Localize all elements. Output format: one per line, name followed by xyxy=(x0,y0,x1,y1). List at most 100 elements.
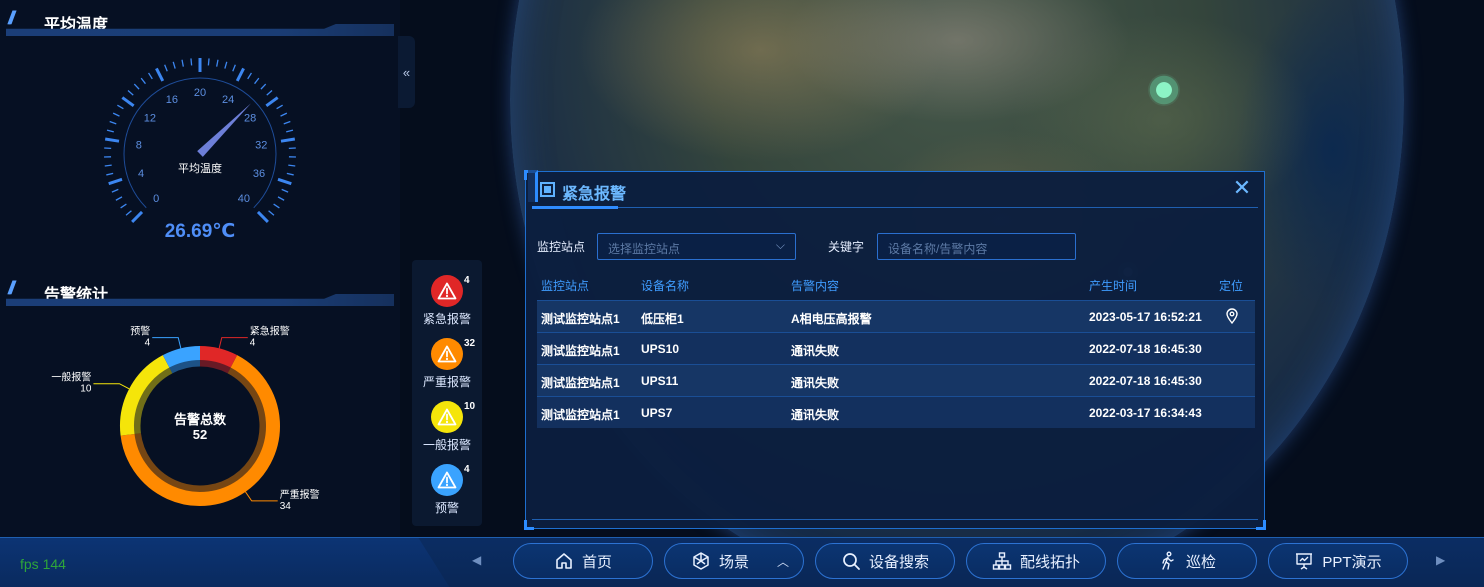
gauge-minor-tick xyxy=(224,61,228,69)
gauge-minor-tick xyxy=(268,210,275,216)
station-select-placeholder: 选择监控站点 xyxy=(608,242,681,256)
gauge-minor-tick xyxy=(254,77,260,85)
scene-icon xyxy=(693,552,709,570)
gauge-tick-label: 32 xyxy=(255,139,267,151)
gauge-minor-tick xyxy=(112,112,120,117)
gauge-major-tick xyxy=(155,67,165,82)
table-cell-device: UPS11 xyxy=(641,374,679,388)
gauge-minor-tick xyxy=(115,196,123,201)
alarm-count: 32 xyxy=(464,338,476,349)
gauge-minor-tick xyxy=(216,59,219,67)
alarm-label: 预警 xyxy=(434,501,459,515)
table-cell-time: 2022-07-18 16:45:30 xyxy=(1089,374,1202,388)
table-cell-station: 测试监控站点1 xyxy=(541,344,620,358)
inspection-button[interactable]: 巡检 xyxy=(1117,543,1257,579)
alarm-table: 监控站点 设备名称 告警内容 产生时间 定位 测试监控站点1 低压柜1 A相电压高报… xyxy=(537,272,1255,428)
station-filter-label: 监控站点 xyxy=(537,240,586,254)
gauge-major-tick xyxy=(121,96,135,108)
presentation-icon xyxy=(1296,553,1313,570)
location-pin-icon[interactable] xyxy=(1225,308,1239,324)
donut-center-label: 告警总数 xyxy=(174,412,227,427)
corner-decoration xyxy=(1256,520,1266,530)
gauge-tick-label: 8 xyxy=(136,139,142,151)
gauge-tick-label: 0 xyxy=(153,193,159,205)
gauge-minor-tick xyxy=(276,104,283,110)
keyword-input[interactable]: 设备名称/告警内容 xyxy=(877,233,1076,260)
gauge-minor-tick xyxy=(207,58,210,66)
gauge-minor-tick xyxy=(120,203,127,209)
gauge-minor-tick xyxy=(260,83,267,90)
chevron-down-icon: ⌵ xyxy=(775,238,785,252)
warning-icon xyxy=(431,401,463,433)
keyword-filter-label: 关键字 xyxy=(828,240,865,254)
gauge-minor-tick xyxy=(164,64,168,72)
temperature-gauge: 0 4 8 12 16 20 24 28 32 36 40 平均温度 xyxy=(104,58,296,223)
gauge-tick-label: 24 xyxy=(222,94,234,106)
gauge-minor-tick xyxy=(106,172,114,176)
device-search-button[interactable]: 设备搜索 xyxy=(815,543,955,579)
table-cell-time: 2022-03-17 16:34:43 xyxy=(1089,406,1202,420)
footer-divider xyxy=(532,519,1258,520)
gauge-tick-label: 16 xyxy=(166,94,178,106)
inspection-button-label: 巡检 xyxy=(1185,553,1216,571)
gauge-major-tick xyxy=(131,210,144,223)
close-icon[interactable]: ✕ xyxy=(1230,177,1254,201)
gauge-needle xyxy=(197,103,252,157)
search-icon xyxy=(843,553,860,570)
gauge-tick-label: 20 xyxy=(194,87,206,99)
alarm-donut-chart: 告警总数52紧急报警4严重报警34一般报警10预警4 xyxy=(51,325,319,512)
nav-prev-arrow[interactable]: ◀ xyxy=(472,553,481,567)
gauge-minor-tick xyxy=(232,64,236,72)
gauge-minor-tick xyxy=(111,188,119,193)
gauge-minor-tick xyxy=(283,120,291,125)
home-button[interactable]: 首页 xyxy=(513,543,653,579)
column-header[interactable]: 告警内容 xyxy=(791,277,839,294)
gauge-minor-tick xyxy=(247,72,252,80)
gauge-major-tick xyxy=(104,137,120,143)
gauge-minor-tick xyxy=(172,61,176,69)
gauge-tick-label: 4 xyxy=(138,168,144,180)
nav-next-arrow[interactable]: ▶ xyxy=(1436,553,1445,567)
table-cell-station: 测试监控站点1 xyxy=(541,376,620,390)
donut-segment-label: 预警 xyxy=(130,325,150,338)
table-row[interactable]: 测试监控站点1 UPS7 通讯失败 2022-03-17 16:34:43 xyxy=(537,396,1255,428)
table-cell-content: 通讯失败 xyxy=(791,344,840,358)
gauge-major-tick xyxy=(108,177,123,186)
table-cell-content: 通讯失败 xyxy=(791,376,840,390)
alarm-stats-section-header: /// 告警统计 xyxy=(6,276,394,306)
gauge-minor-tick xyxy=(281,188,289,193)
donut-leader-line xyxy=(245,491,278,502)
ppt-demo-button[interactable]: PPT演示 xyxy=(1268,543,1408,579)
collapse-panel-button[interactable]: « xyxy=(398,36,415,108)
alarm-count: 10 xyxy=(464,401,476,412)
donut-segment-value: 4 xyxy=(145,338,151,349)
column-header[interactable]: 设备名称 xyxy=(641,277,689,294)
station-select[interactable]: 选择监控站点 ⌵ xyxy=(597,233,796,260)
gauge-minor-tick xyxy=(140,77,146,85)
column-header[interactable]: 产生时间 xyxy=(1089,277,1137,294)
square-icon xyxy=(540,182,555,197)
location-marker[interactable] xyxy=(1148,74,1180,106)
gauge-center-label: 平均温度 xyxy=(178,161,222,175)
column-header[interactable]: 定位 xyxy=(1219,277,1243,294)
gauge-minor-tick xyxy=(190,58,193,66)
column-header[interactable]: 监控站点 xyxy=(541,277,589,294)
gauge-tick-label: 36 xyxy=(253,168,265,180)
table-row[interactable]: 测试监控站点1 UPS10 通讯失败 2022-07-18 16:45:30 xyxy=(537,332,1255,364)
table-cell-device: UPS7 xyxy=(641,406,673,420)
scene-button[interactable]: 场景 ︿ xyxy=(664,543,804,579)
donut-total: 52 xyxy=(193,427,207,442)
alarm-count: 4 xyxy=(464,275,470,286)
gauge-major-tick xyxy=(280,137,296,143)
gauge-minor-tick xyxy=(181,59,184,67)
gauge-tick-label: 28 xyxy=(244,113,256,125)
gauge-tick-label: 12 xyxy=(144,113,156,125)
table-row[interactable]: 测试监控站点1 低压柜1 A相电压高报警 2023-05-17 16:52:21 xyxy=(537,300,1255,332)
topology-button[interactable]: 配线拓扑 xyxy=(966,543,1106,579)
donut-segment-label: 一般报警 xyxy=(51,371,91,384)
gauge-minor-tick xyxy=(117,104,124,110)
gauge-minor-tick xyxy=(288,164,296,167)
table-row[interactable]: 测试监控站点1 UPS11 通讯失败 2022-07-18 16:45:30 xyxy=(537,364,1255,396)
slash-icon: /// xyxy=(8,8,15,28)
gauge-minor-tick xyxy=(125,210,132,216)
